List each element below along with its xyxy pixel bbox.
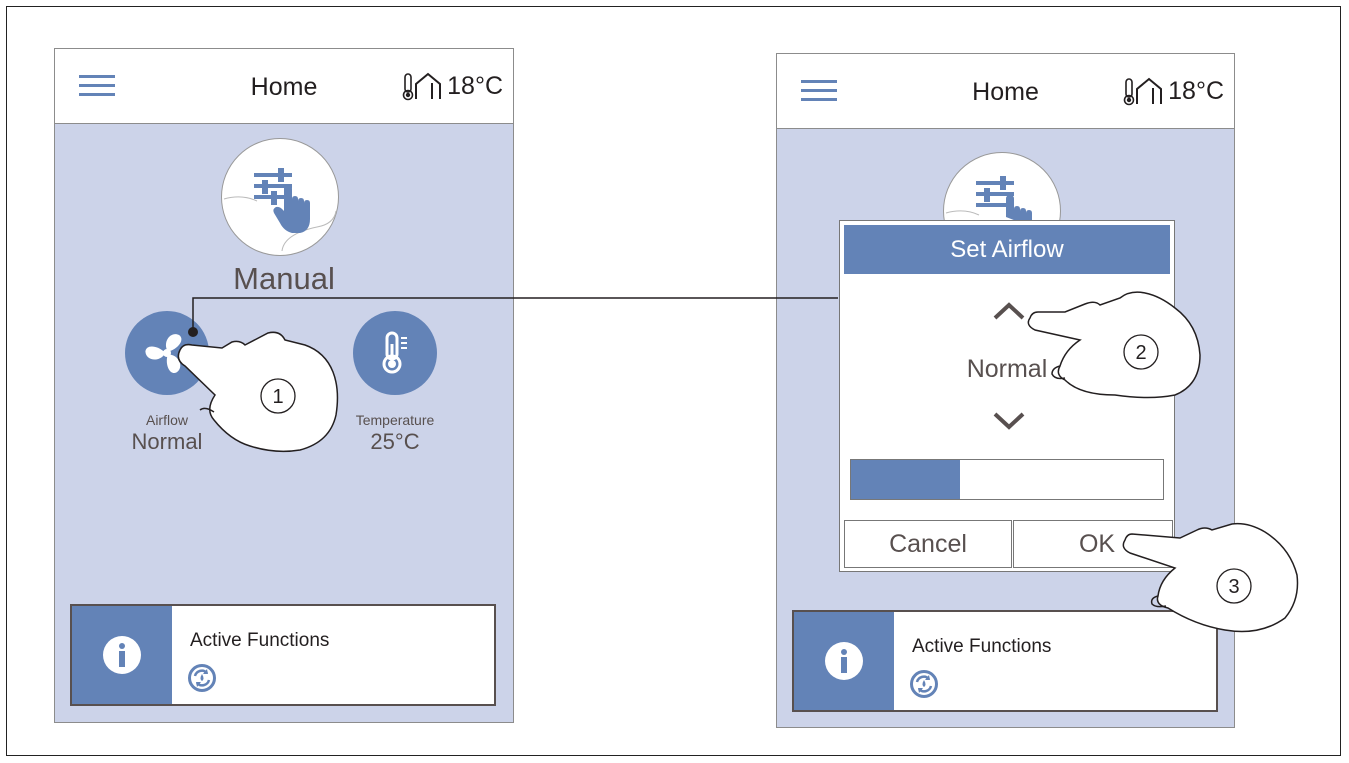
annotation-overlay: 1 2 3 — [177, 291, 1299, 633]
step-1-number: 1 — [272, 386, 283, 408]
connector-line — [192, 297, 838, 332]
step-3-number: 3 — [1228, 576, 1239, 598]
pointing-hand-icon: 2 — [1027, 291, 1201, 399]
pointing-hand-icon: 3 — [1122, 522, 1299, 633]
connector-dot — [188, 327, 198, 337]
pointing-hand-icon: 1 — [177, 331, 339, 453]
step-2-number: 2 — [1135, 342, 1146, 364]
